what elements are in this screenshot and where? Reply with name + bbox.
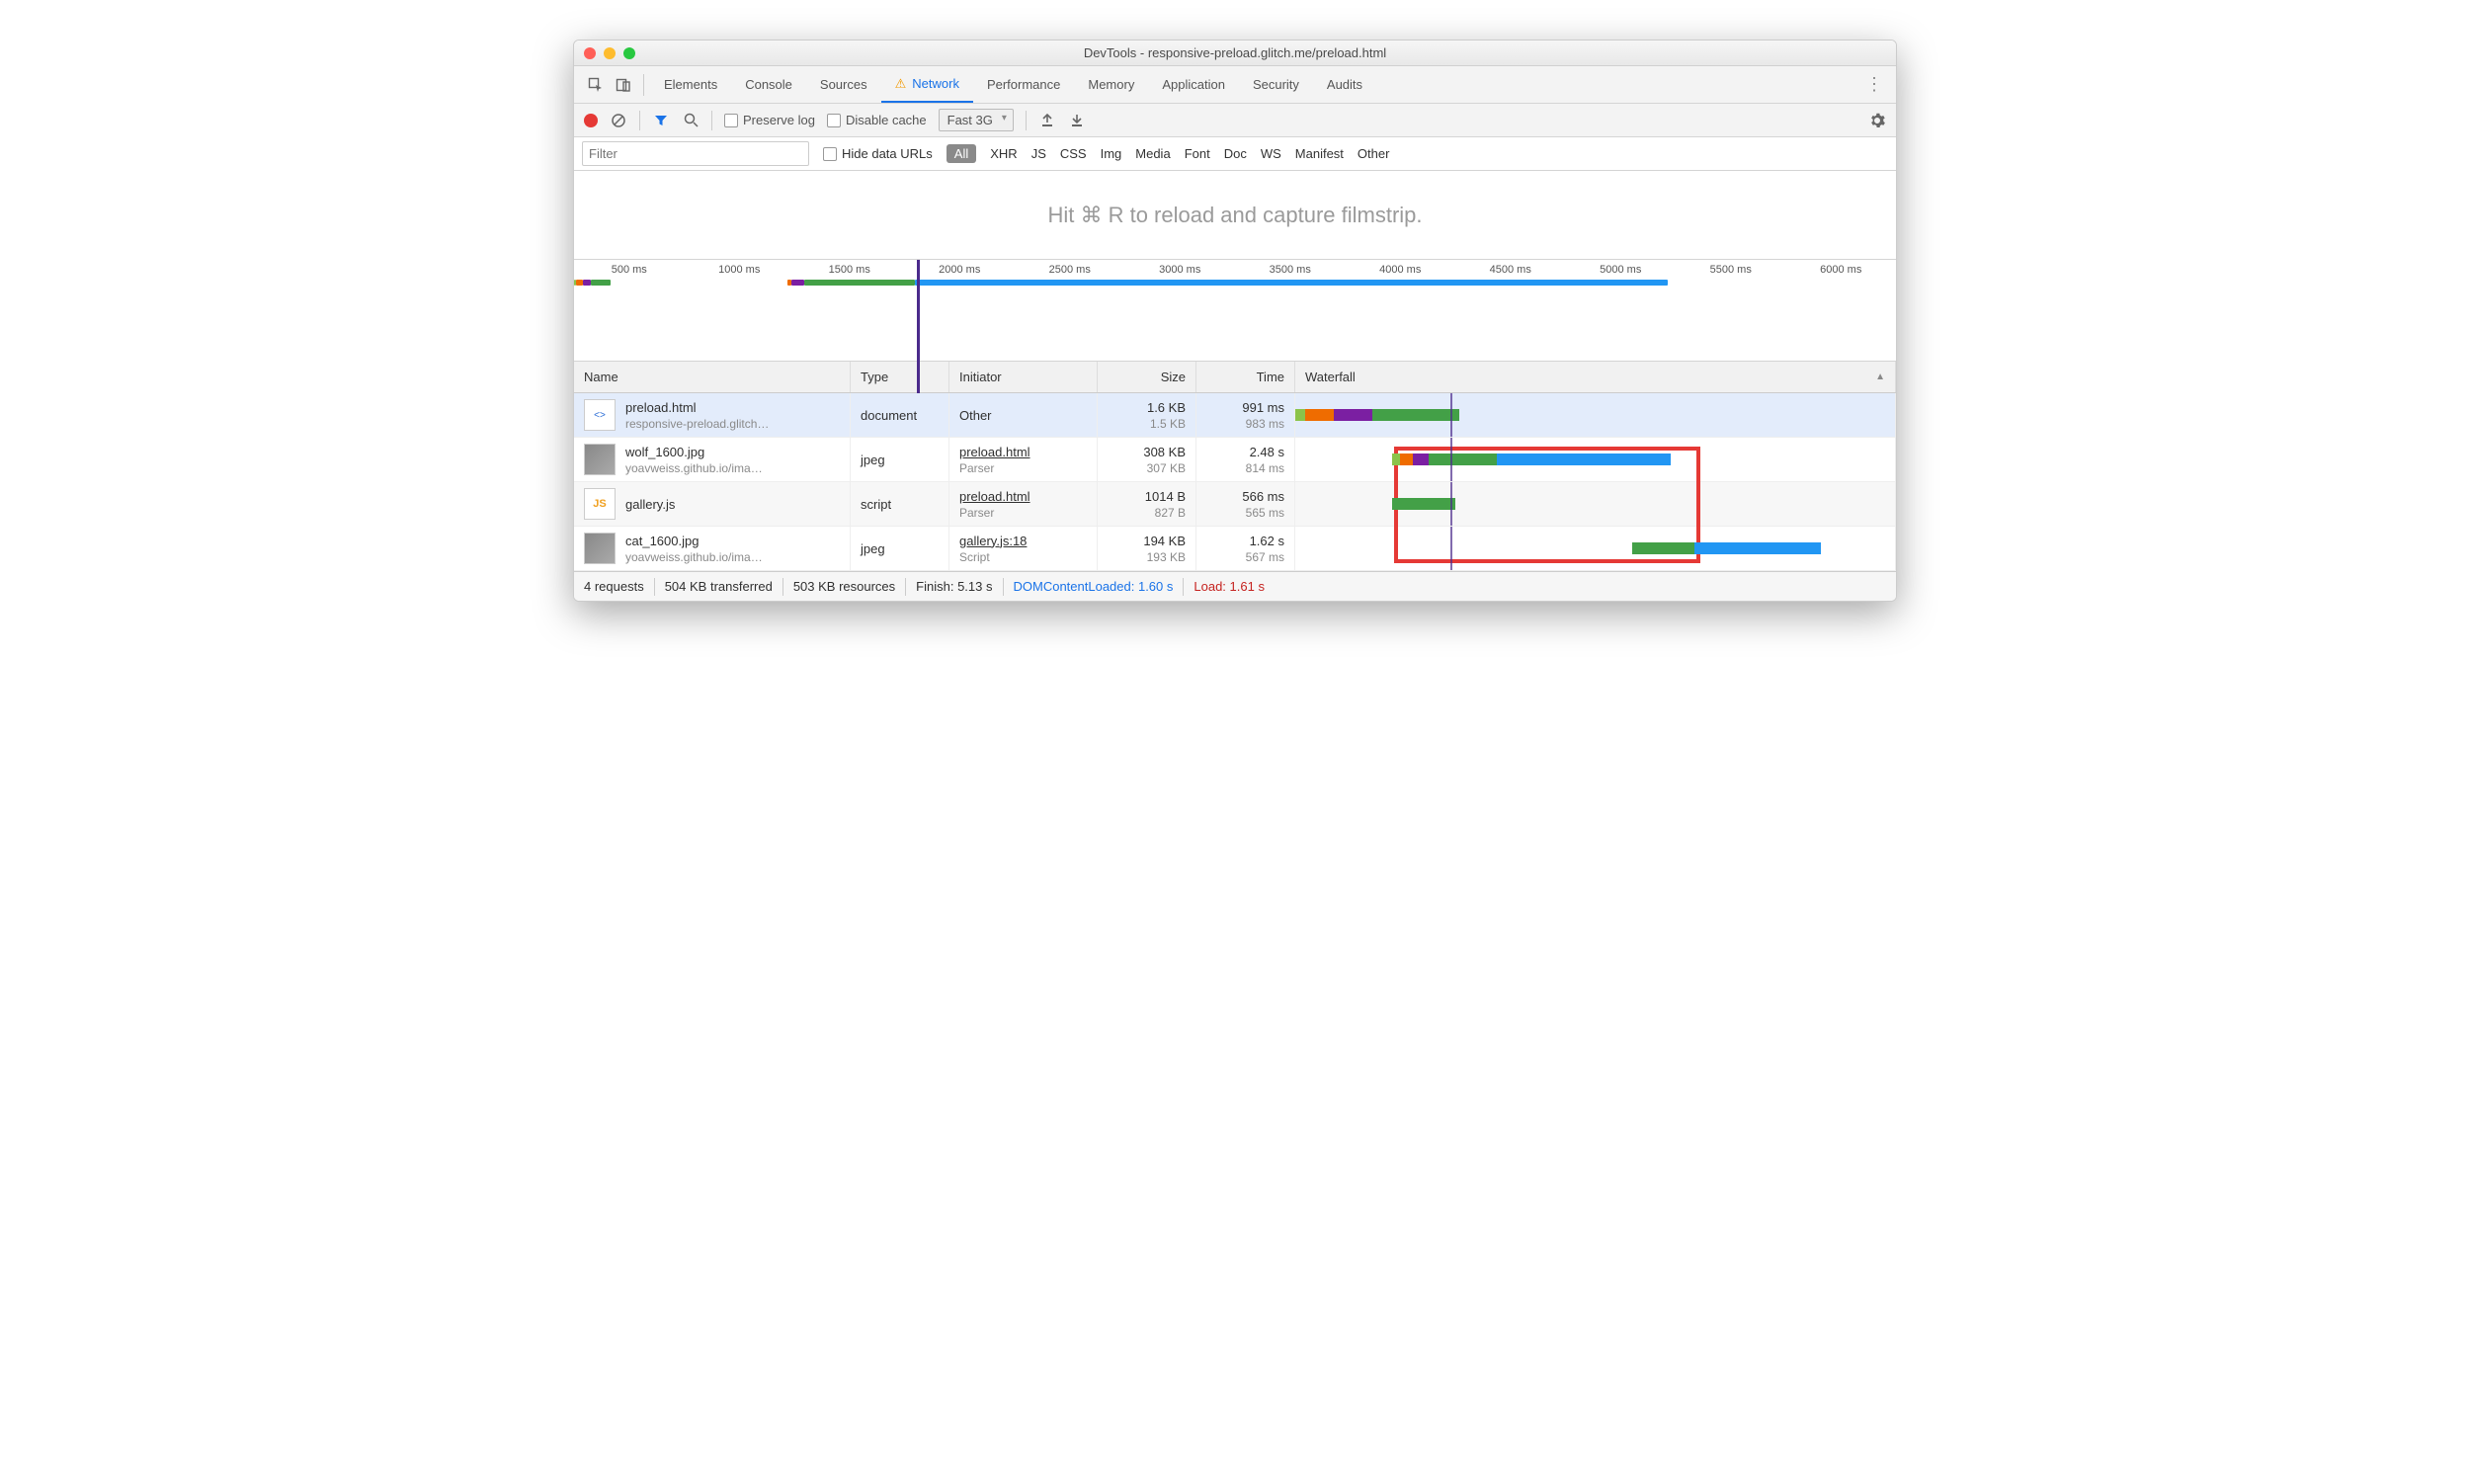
devtools-window: DevTools - responsive-preload.glitch.me/…	[573, 40, 1897, 602]
disable-cache-checkbox[interactable]: Disable cache	[827, 113, 927, 127]
request-table: <>preload.htmlresponsive-preload.glitch……	[574, 393, 1896, 571]
waterfall-cell	[1295, 393, 1896, 437]
filter-type-doc[interactable]: Doc	[1224, 146, 1247, 161]
search-icon[interactable]	[682, 112, 700, 129]
settings-gear-icon[interactable]	[1868, 112, 1886, 129]
filter-type-xhr[interactable]: XHR	[990, 146, 1017, 161]
status-requests: 4 requests	[584, 579, 644, 594]
status-dcl: DOMContentLoaded: 1.60 s	[1014, 579, 1174, 594]
tab-security[interactable]: Security	[1239, 66, 1313, 103]
filter-type-css[interactable]: CSS	[1060, 146, 1087, 161]
hide-data-urls-checkbox[interactable]: Hide data URLs	[823, 146, 933, 161]
column-waterfall[interactable]: Waterfall▲	[1295, 362, 1896, 392]
preserve-log-label: Preserve log	[743, 113, 815, 127]
export-har-icon[interactable]	[1068, 112, 1086, 129]
column-type[interactable]: Type	[851, 362, 949, 392]
status-transferred: 504 KB transferred	[665, 579, 773, 594]
table-row[interactable]: cat_1600.jpgyoavweiss.github.io/ima…jpeg…	[574, 527, 1896, 571]
file-img-icon	[584, 533, 616, 564]
tab-console[interactable]: Console	[731, 66, 806, 103]
file-js-icon: JS	[584, 488, 616, 520]
waterfall-cell	[1295, 438, 1896, 481]
panel-tabs: ElementsConsoleSources⚠NetworkPerformanc…	[574, 66, 1896, 104]
tab-audits[interactable]: Audits	[1313, 66, 1376, 103]
filter-icon[interactable]	[652, 112, 670, 129]
status-finish: Finish: 5.13 s	[916, 579, 992, 594]
filter-bar: Hide data URLs All XHR JS CSS Img Media Font Do…	[574, 137, 1896, 171]
waterfall-cell	[1295, 482, 1896, 526]
warning-icon: ⚠	[895, 76, 907, 92]
inspect-element-icon[interactable]	[582, 71, 610, 99]
tab-sources[interactable]: Sources	[806, 66, 881, 103]
clear-button[interactable]	[610, 112, 627, 129]
table-row[interactable]: wolf_1600.jpgyoavweiss.github.io/ima…jpe…	[574, 438, 1896, 482]
table-header: Name Type Initiator Size Time Waterfall▲	[574, 362, 1896, 393]
tab-performance[interactable]: Performance	[973, 66, 1074, 103]
file-img-icon	[584, 444, 616, 475]
status-bar: 4 requests 504 KB transferred 503 KB res…	[574, 571, 1896, 601]
column-initiator[interactable]: Initiator	[949, 362, 1098, 392]
filmstrip-area: Hit ⌘ R to reload and capture filmstrip.	[574, 171, 1896, 260]
column-time[interactable]: Time	[1196, 362, 1295, 392]
filter-type-all[interactable]: All	[947, 144, 976, 163]
network-toolbar: Preserve log Disable cache Fast 3G	[574, 104, 1896, 137]
window-title: DevTools - responsive-preload.glitch.me/…	[574, 45, 1896, 60]
preserve-log-checkbox[interactable]: Preserve log	[724, 113, 815, 127]
filter-type-img[interactable]: Img	[1101, 146, 1122, 161]
record-button[interactable]	[584, 114, 598, 127]
tab-elements[interactable]: Elements	[650, 66, 731, 103]
column-size[interactable]: Size	[1098, 362, 1196, 392]
tab-memory[interactable]: Memory	[1074, 66, 1148, 103]
filmstrip-hint: Hit ⌘ R to reload and capture filmstrip.	[1047, 203, 1422, 228]
sort-indicator-icon: ▲	[1875, 371, 1885, 382]
more-tabs-button[interactable]: ⋮	[1860, 74, 1888, 95]
status-resources: 503 KB resources	[793, 579, 895, 594]
filter-type-ws[interactable]: WS	[1261, 146, 1281, 161]
filter-type-js[interactable]: JS	[1031, 146, 1046, 161]
file-html-icon: <>	[584, 399, 616, 431]
filter-type-manifest[interactable]: Manifest	[1295, 146, 1344, 161]
waterfall-cell	[1295, 527, 1896, 570]
filter-type-font[interactable]: Font	[1185, 146, 1210, 161]
column-name[interactable]: Name	[574, 362, 851, 392]
throttling-select[interactable]: Fast 3G	[939, 109, 1014, 131]
timeline-overview[interactable]: 500 ms1000 ms1500 ms2000 ms2500 ms3000 m…	[574, 260, 1896, 362]
filter-input[interactable]	[582, 141, 809, 166]
import-har-icon[interactable]	[1038, 112, 1056, 129]
titlebar: DevTools - responsive-preload.glitch.me/…	[574, 41, 1896, 66]
tab-network[interactable]: ⚠Network	[881, 66, 973, 103]
status-load: Load: 1.61 s	[1194, 579, 1265, 594]
table-row[interactable]: <>preload.htmlresponsive-preload.glitch……	[574, 393, 1896, 438]
device-toolbar-icon[interactable]	[610, 71, 637, 99]
table-row[interactable]: JSgallery.jsscriptpreload.htmlParser1014…	[574, 482, 1896, 527]
filter-type-media[interactable]: Media	[1135, 146, 1170, 161]
filter-type-other[interactable]: Other	[1358, 146, 1390, 161]
tab-application[interactable]: Application	[1148, 66, 1239, 103]
disable-cache-label: Disable cache	[846, 113, 927, 127]
